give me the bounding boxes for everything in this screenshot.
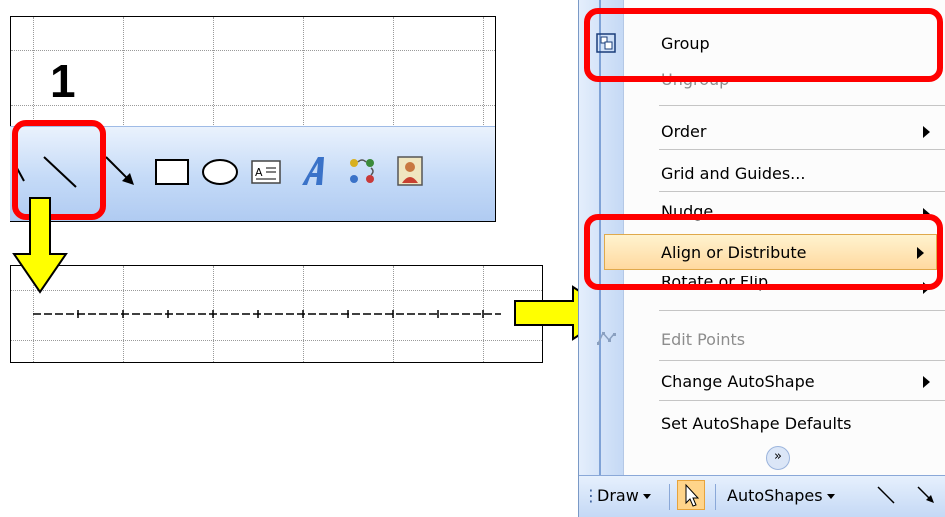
clip-art-tool-icon[interactable] <box>388 149 432 193</box>
menu-item-order[interactable]: Order <box>623 112 945 152</box>
draw-toolbar: ⋮ Draw AutoShapes <box>579 475 945 517</box>
drawing-canvas-bottom <box>10 265 543 363</box>
rectangle-tool-icon[interactable] <box>150 149 194 193</box>
menu-item-change-autoshape[interactable]: Change AutoShape <box>623 362 945 402</box>
arrow-tool-icon[interactable] <box>915 484 937 510</box>
select-objects-pointer-icon[interactable] <box>677 480 705 510</box>
oval-tool-icon[interactable] <box>198 149 242 193</box>
autoshapes-menu-button[interactable]: AutoShapes <box>727 486 835 505</box>
draw-menu-button[interactable]: Draw <box>597 486 651 505</box>
edit-points-icon <box>597 331 616 345</box>
line-tool-icon[interactable] <box>875 484 897 510</box>
drawn-line-shape <box>33 310 501 318</box>
menu-item-grid-and-guides[interactable]: Grid and Guides... <box>623 154 945 194</box>
expand-menu-chevron-icon[interactable]: » <box>766 446 790 470</box>
submenu-arrow-icon <box>923 126 930 138</box>
align-highlight <box>584 214 943 290</box>
text-box-tool-icon[interactable]: A <box>244 149 288 193</box>
diagram-tool-icon[interactable] <box>340 149 384 193</box>
step-number-label: 1 <box>50 55 76 107</box>
group-highlight <box>584 8 943 82</box>
menu-item-edit-points[interactable]: Edit Points <box>597 320 945 360</box>
wordart-tool-icon[interactable] <box>292 149 336 193</box>
down-arrow-icon <box>12 197 68 294</box>
menu-item-set-autoshape-defaults[interactable]: Set AutoShape Defaults <box>623 404 945 444</box>
svg-text:A: A <box>255 166 263 179</box>
submenu-arrow-icon <box>923 376 930 388</box>
